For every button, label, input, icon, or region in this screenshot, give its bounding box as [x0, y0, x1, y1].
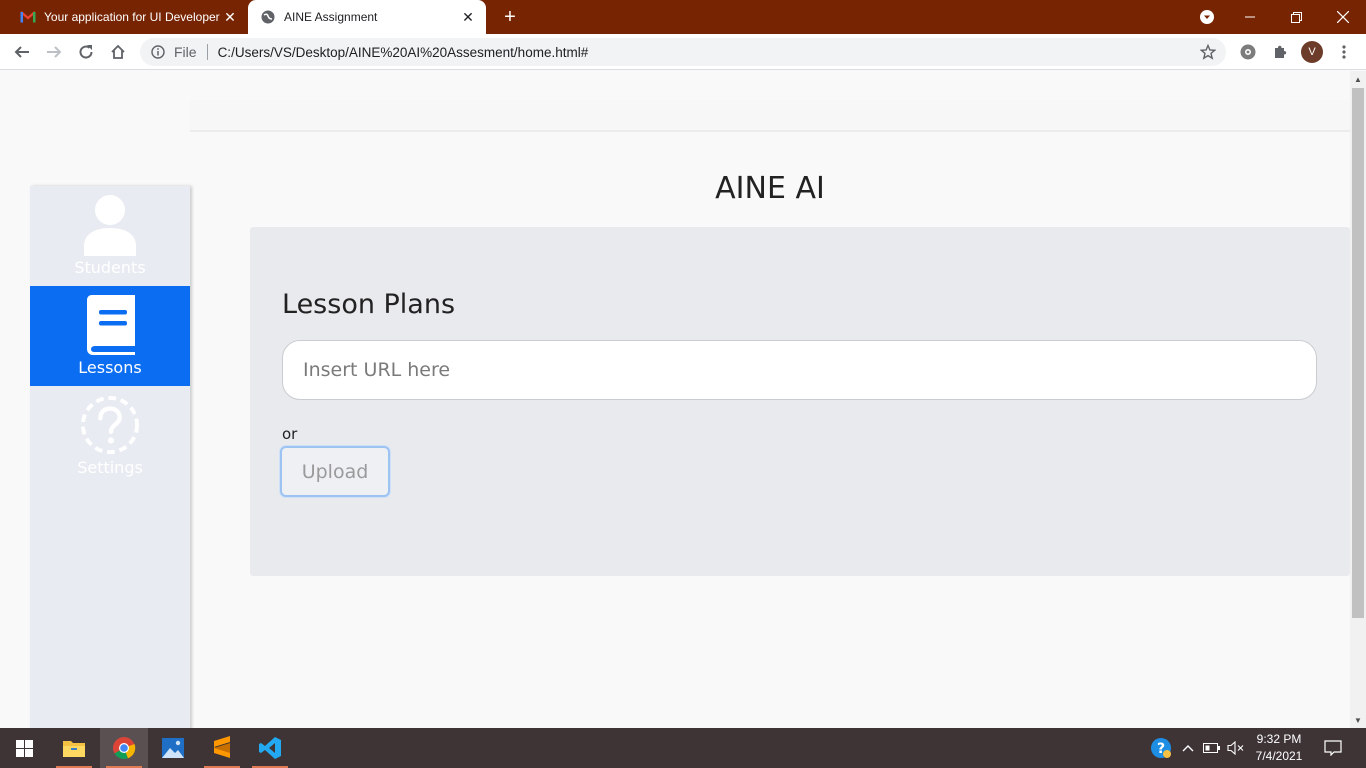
close-tab-icon[interactable]: ✕: [458, 7, 478, 27]
scheme-label: File: [174, 44, 197, 60]
sidebar-item-settings[interactable]: Settings: [30, 386, 190, 486]
sublime-text-icon: [214, 736, 230, 758]
page-scrollbar[interactable]: ▲ ▼: [1350, 71, 1366, 728]
or-label: or: [282, 425, 298, 443]
arrow-right-icon: [47, 46, 62, 58]
page-top-bar: [190, 100, 1350, 132]
globe-icon: [260, 9, 276, 25]
browser-tabstrip: Your application for UI Developer ✕ AINE…: [0, 0, 1366, 34]
address-url[interactable]: C:/Users/VS/Desktop/AINE%20AI%20Assesmen…: [218, 45, 1194, 60]
back-button[interactable]: [8, 38, 36, 66]
help-tray-icon[interactable]: ?: [1148, 728, 1174, 768]
photos-icon: [162, 738, 184, 758]
reload-button[interactable]: [72, 38, 100, 66]
battery-icon[interactable]: [1201, 728, 1223, 768]
chrome-icon: [113, 737, 136, 760]
sidebar-item-label: Students: [74, 258, 146, 277]
scroll-down-icon[interactable]: ▼: [1350, 712, 1366, 728]
card-heading: Lesson Plans: [282, 289, 456, 320]
reload-icon: [79, 45, 93, 59]
book-icon: [80, 294, 140, 356]
chevron-down-icon: [1200, 10, 1214, 24]
browser-menu-button[interactable]: [1330, 38, 1358, 66]
profile-avatar[interactable]: V: [1301, 41, 1323, 63]
minimize-button[interactable]: [1227, 0, 1273, 34]
new-tab-button[interactable]: +: [498, 5, 522, 29]
restore-icon: [1290, 11, 1302, 23]
upload-button[interactable]: Upload: [280, 446, 390, 497]
browser-toolbar: File C:/Users/VS/Desktop/AINE%20AI%20Ass…: [0, 34, 1366, 70]
file-explorer-icon: [63, 741, 85, 757]
taskbar-file-explorer[interactable]: [50, 728, 98, 768]
close-icon: [1337, 11, 1349, 23]
action-center-icon[interactable]: [1320, 728, 1346, 768]
clock-date: 7/4/2021: [1255, 749, 1303, 763]
vscode-icon: [259, 737, 281, 759]
bookmark-star-icon[interactable]: [1194, 38, 1222, 66]
restore-button[interactable]: [1273, 0, 1319, 34]
minimize-icon: [1245, 16, 1255, 18]
tab-aine-assignment[interactable]: AINE Assignment ✕: [248, 0, 486, 34]
taskbar-clock[interactable]: 9:32 PM 7/4/2021: [1246, 731, 1312, 765]
windows-start-icon: [15, 739, 33, 757]
sidebar-item-label: Settings: [77, 458, 143, 477]
question-circle-icon: [80, 394, 140, 456]
person-icon: [80, 194, 140, 256]
volume-muted-icon[interactable]: [1225, 728, 1247, 768]
tab-title: Your application for UI Developer: [44, 10, 220, 24]
info-icon[interactable]: [150, 44, 166, 60]
close-window-button[interactable]: [1320, 0, 1366, 34]
gear-extension-icon: [1240, 44, 1256, 60]
close-tab-icon[interactable]: ✕: [220, 7, 240, 27]
page-title: AINE AI: [715, 171, 825, 206]
sidebar: Students Lessons Settings: [30, 186, 190, 728]
home-button[interactable]: [104, 38, 132, 66]
clock-time: 9:32 PM: [1256, 732, 1302, 746]
forward-button[interactable]: [40, 38, 68, 66]
tab-search-button[interactable]: [1184, 0, 1230, 34]
address-divider: [206, 44, 208, 60]
puzzle-piece-icon: [1275, 45, 1287, 58]
taskbar-sublime-text[interactable]: [198, 728, 246, 768]
page-content: Students Lessons Settings AINE AI Lesson…: [0, 71, 1350, 728]
arrow-left-icon: [14, 46, 29, 58]
tab-title: AINE Assignment: [284, 10, 378, 24]
lesson-plans-card: Lesson Plans or Upload: [250, 227, 1350, 576]
taskbar-chrome[interactable]: [100, 728, 148, 768]
extensions-menu-button[interactable]: [1266, 38, 1294, 66]
taskbar-vscode[interactable]: [246, 728, 294, 768]
url-input[interactable]: [282, 340, 1317, 400]
tab-gmail[interactable]: Your application for UI Developer ✕: [8, 0, 248, 34]
scroll-thumb[interactable]: [1352, 88, 1364, 618]
windows-taskbar: ? 9:32 PM 7/4/2021: [0, 728, 1366, 768]
gmail-icon: [20, 9, 36, 25]
taskbar-photos[interactable]: [149, 728, 197, 768]
sidebar-item-lessons[interactable]: Lessons: [30, 286, 190, 386]
extension-button[interactable]: [1234, 38, 1262, 66]
scroll-up-icon[interactable]: ▲: [1350, 71, 1366, 87]
show-hidden-icons-icon[interactable]: [1178, 728, 1198, 768]
sidebar-item-label: Lessons: [78, 358, 142, 377]
address-bar[interactable]: File C:/Users/VS/Desktop/AINE%20AI%20Ass…: [140, 38, 1226, 66]
home-icon: [111, 44, 125, 59]
sidebar-item-students[interactable]: Students: [30, 186, 190, 286]
windows-start-button[interactable]: [0, 728, 48, 768]
more-vertical-icon: [1342, 45, 1346, 59]
